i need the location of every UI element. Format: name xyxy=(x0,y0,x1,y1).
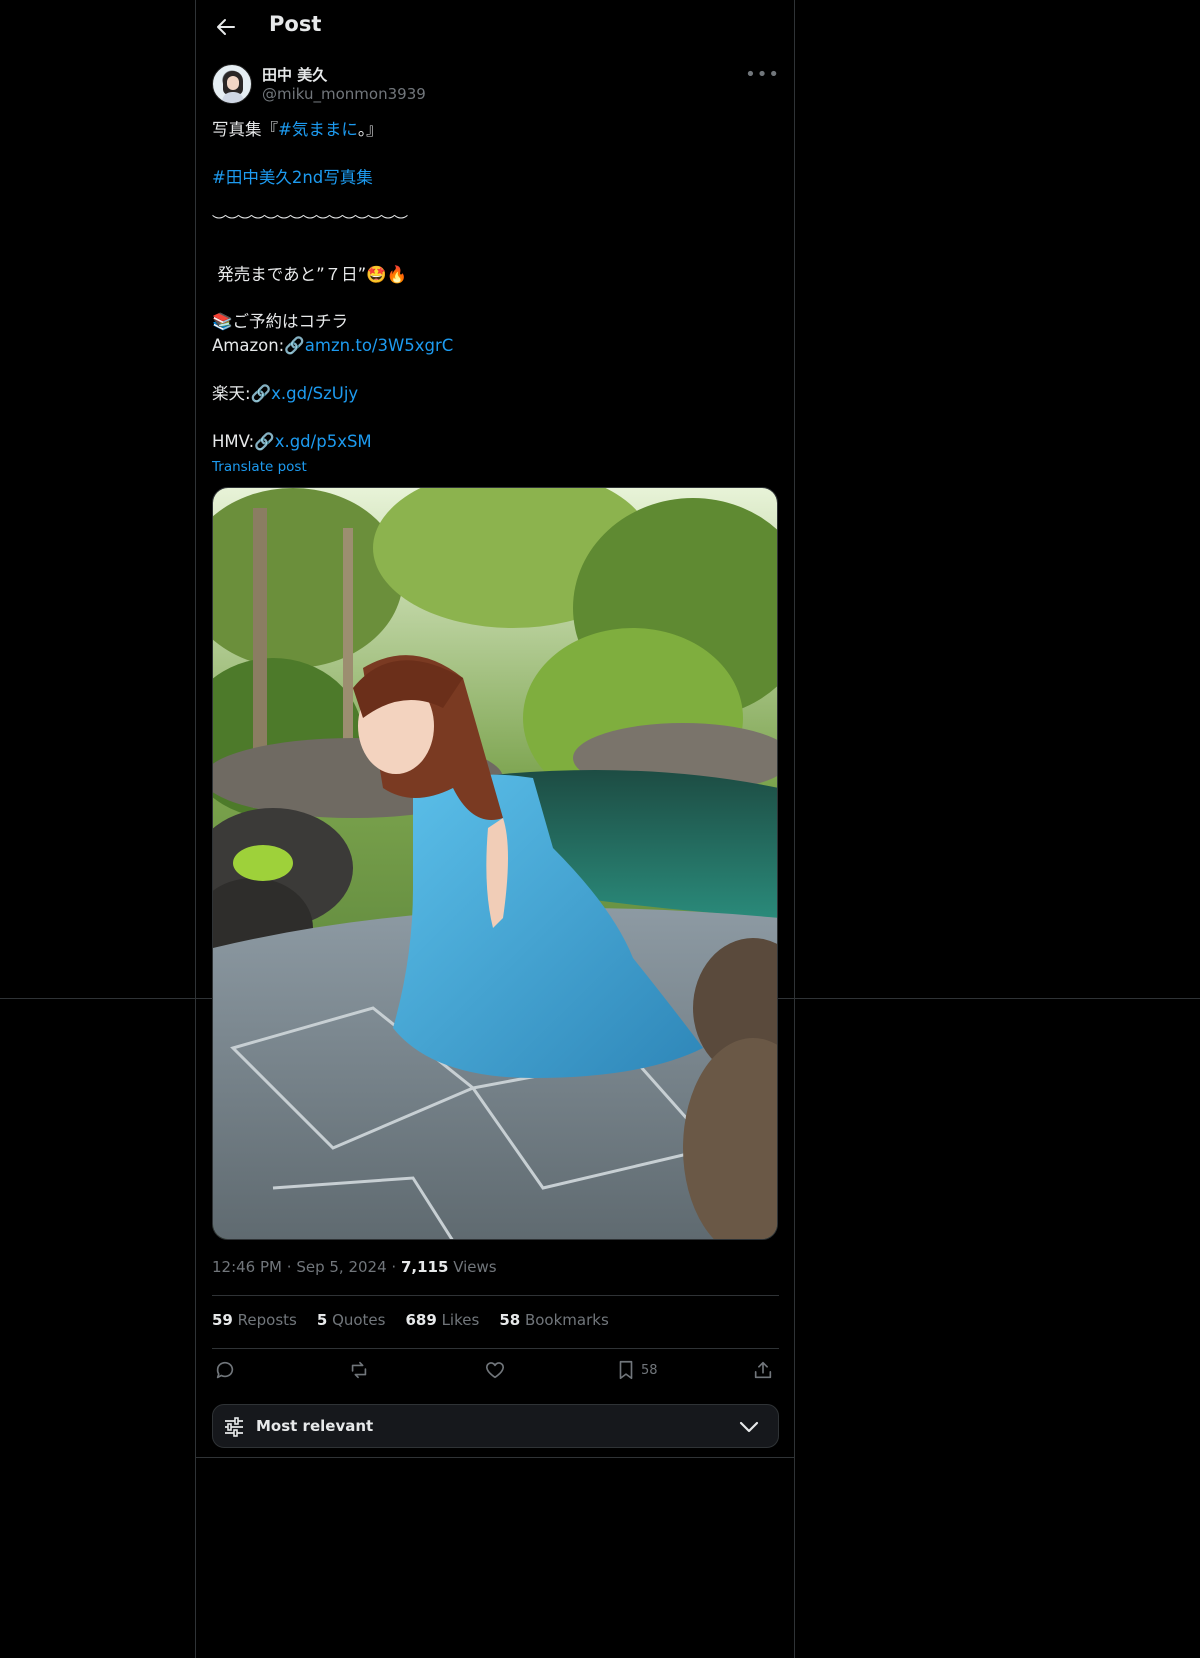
reply-icon[interactable] xyxy=(214,1358,236,1382)
countdown-line: 発売まであと”７日”🤩🔥 xyxy=(212,264,780,286)
action-bar: 58 xyxy=(212,1358,779,1384)
hmv-link[interactable]: x.gd/p5xSM xyxy=(275,432,372,451)
top-bar: Post xyxy=(196,0,794,53)
reserve-line: 📚ご予約はコチラ xyxy=(212,311,780,333)
more-options-icon[interactable]: ••• xyxy=(745,64,780,85)
title-prefix: 写真集『 xyxy=(212,120,278,139)
like-heart-icon[interactable] xyxy=(484,1358,506,1382)
amazon-link[interactable]: amzn.to/3W5xgrC xyxy=(305,336,454,355)
countdown-emoji: 🤩🔥 xyxy=(366,265,408,284)
link-emoji: 🔗 xyxy=(254,432,275,451)
meta-separator: · xyxy=(286,1258,292,1276)
bookmark-icon xyxy=(619,1360,633,1380)
share-icon[interactable] xyxy=(752,1358,774,1382)
post-time[interactable]: 12:46 PM xyxy=(212,1258,282,1276)
amazon-line: Amazon:🔗amzn.to/3W5xgrC xyxy=(212,335,780,357)
rakuten-label: 楽天: xyxy=(212,384,251,403)
hashtag-photobook[interactable]: #田中美久2nd写真集 xyxy=(212,167,780,189)
rakuten-link[interactable]: x.gd/SzUjy xyxy=(271,384,358,403)
sliders-icon xyxy=(225,1417,243,1437)
post-meta: 12:46 PM · Sep 5, 2024 · 7,115 Views xyxy=(212,1258,497,1276)
quotes-stat[interactable]: 5 Quotes xyxy=(317,1311,386,1329)
divider xyxy=(196,1457,794,1458)
likes-stat[interactable]: 689 Likes xyxy=(405,1311,479,1329)
rakuten-line: 楽天:🔗x.gd/SzUjy xyxy=(212,383,780,405)
hmv-label: HMV: xyxy=(212,432,255,451)
author-handle[interactable]: @miku_monmon3939 xyxy=(262,85,426,103)
bookmark-count: 58 xyxy=(641,1362,658,1378)
meta-separator: · xyxy=(391,1258,397,1276)
post-column: Post 田中 美久 @miku_monmon3939 ••• 写真集『#気まま… xyxy=(195,0,795,1658)
title-suffix: 。』 xyxy=(357,120,383,139)
reposts-stat[interactable]: 59 Reposts xyxy=(212,1311,297,1329)
engagement-stats: 59 Reposts 5 Quotes 689 Likes 58 Bookmar… xyxy=(212,1311,629,1329)
post-line-title: 写真集『#気ままに。』 xyxy=(212,119,780,141)
link-emoji: 🔗 xyxy=(250,384,272,403)
books-emoji: 📚 xyxy=(212,312,233,331)
chevron-down-icon xyxy=(739,1421,759,1433)
hashtag-kimamani[interactable]: #気ままに xyxy=(278,120,358,139)
avatar[interactable] xyxy=(212,64,252,104)
bookmarks-stat[interactable]: 58 Bookmarks xyxy=(499,1311,608,1329)
hmv-line: HMV:🔗x.gd/p5xSM xyxy=(212,431,780,453)
views-label: Views xyxy=(453,1258,497,1276)
repost-icon[interactable] xyxy=(348,1358,370,1382)
bookmark-action[interactable]: 58 xyxy=(615,1358,658,1382)
divider xyxy=(212,1295,779,1296)
wave-divider-text: ︶︶︶︶︶︶︶︶︶︶︶︶︶︶︶ xyxy=(212,215,408,231)
views-count: 7,115 xyxy=(400,1258,449,1276)
sort-replies-dropdown[interactable]: Most relevant xyxy=(212,1404,779,1448)
reserve-text: ご予約はコチラ xyxy=(232,312,349,331)
sort-label: Most relevant xyxy=(256,1417,374,1435)
post-photo[interactable] xyxy=(212,487,778,1240)
link-emoji: 🔗 xyxy=(284,336,305,355)
countdown-text: 発売まであと”７日” xyxy=(212,265,367,284)
post-date[interactable]: Sep 5, 2024 xyxy=(296,1258,386,1276)
divider xyxy=(212,1348,779,1349)
post-author: 田中 美久 @miku_monmon3939 ••• xyxy=(212,64,780,106)
back-arrow-icon[interactable] xyxy=(212,13,240,41)
author-name[interactable]: 田中 美久 xyxy=(262,64,327,85)
amazon-label: Amazon: xyxy=(212,336,285,355)
translate-post-link[interactable]: Translate post xyxy=(212,459,307,475)
page-title: Post xyxy=(269,12,322,36)
